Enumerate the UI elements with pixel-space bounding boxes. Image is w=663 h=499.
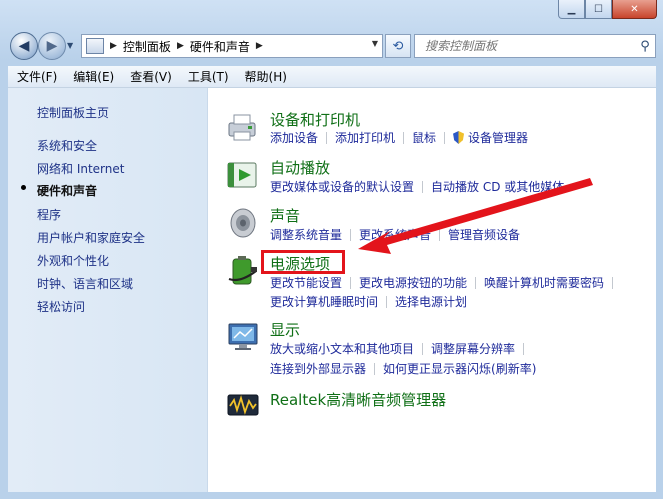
- breadcrumb-separator-icon[interactable]: ▶: [110, 41, 117, 51]
- breadcrumb-separator-icon[interactable]: ▶: [256, 41, 263, 51]
- close-button[interactable]: ✕: [612, 0, 657, 19]
- caption-buttons: ▁ ☐ ✕: [558, 0, 657, 19]
- menu-file[interactable]: 文件(F): [8, 68, 64, 85]
- content-area: 控制面板主页 系统和安全 网络和 Internet 硬件和声音 程序 用户帐户和…: [8, 87, 656, 492]
- menu-tools[interactable]: 工具(T): [179, 68, 236, 85]
- address-bar[interactable]: ▶ 控制面板 ▶ 硬件和声音 ▶ ▼: [81, 34, 383, 58]
- navigation-bar: ◀ ▶ ▼ ▶ 控制面板 ▶ 硬件和声音 ▶ ▼ ⟲ ⚲: [8, 30, 656, 60]
- maximize-button[interactable]: ☐: [585, 0, 612, 19]
- search-input[interactable]: [423, 38, 635, 54]
- menu-bar: 文件(F) 编辑(E) 查看(V) 工具(T) 帮助(H): [8, 66, 656, 88]
- breadcrumb-separator-icon[interactable]: ▶: [177, 41, 184, 51]
- menu-help[interactable]: 帮助(H): [236, 68, 294, 85]
- control-panel-icon: [86, 38, 104, 54]
- recent-pages-dropdown-icon[interactable]: ▼: [67, 41, 73, 50]
- window-frame: ▁ ☐ ✕ ◀ ▶ ▼ ▶ 控制面板 ▶ 硬件和声音 ▶ ▼ ⟲ ⚲ 文件(F)…: [0, 0, 663, 499]
- annotation-arrow: [358, 178, 593, 254]
- search-box[interactable]: ⚲: [414, 34, 656, 58]
- search-icon[interactable]: ⚲: [635, 39, 655, 54]
- menu-view[interactable]: 查看(V): [121, 68, 179, 85]
- breadcrumb-control-panel[interactable]: 控制面板: [123, 38, 171, 55]
- breadcrumb-hardware-sound[interactable]: 硬件和声音: [190, 38, 250, 55]
- back-button[interactable]: ◀: [10, 32, 38, 60]
- minimize-button[interactable]: ▁: [558, 0, 585, 19]
- address-dropdown-icon[interactable]: ▼: [372, 39, 378, 48]
- refresh-button[interactable]: ⟲: [385, 34, 411, 58]
- forward-button[interactable]: ▶: [38, 32, 66, 60]
- menu-edit[interactable]: 编辑(E): [64, 68, 121, 85]
